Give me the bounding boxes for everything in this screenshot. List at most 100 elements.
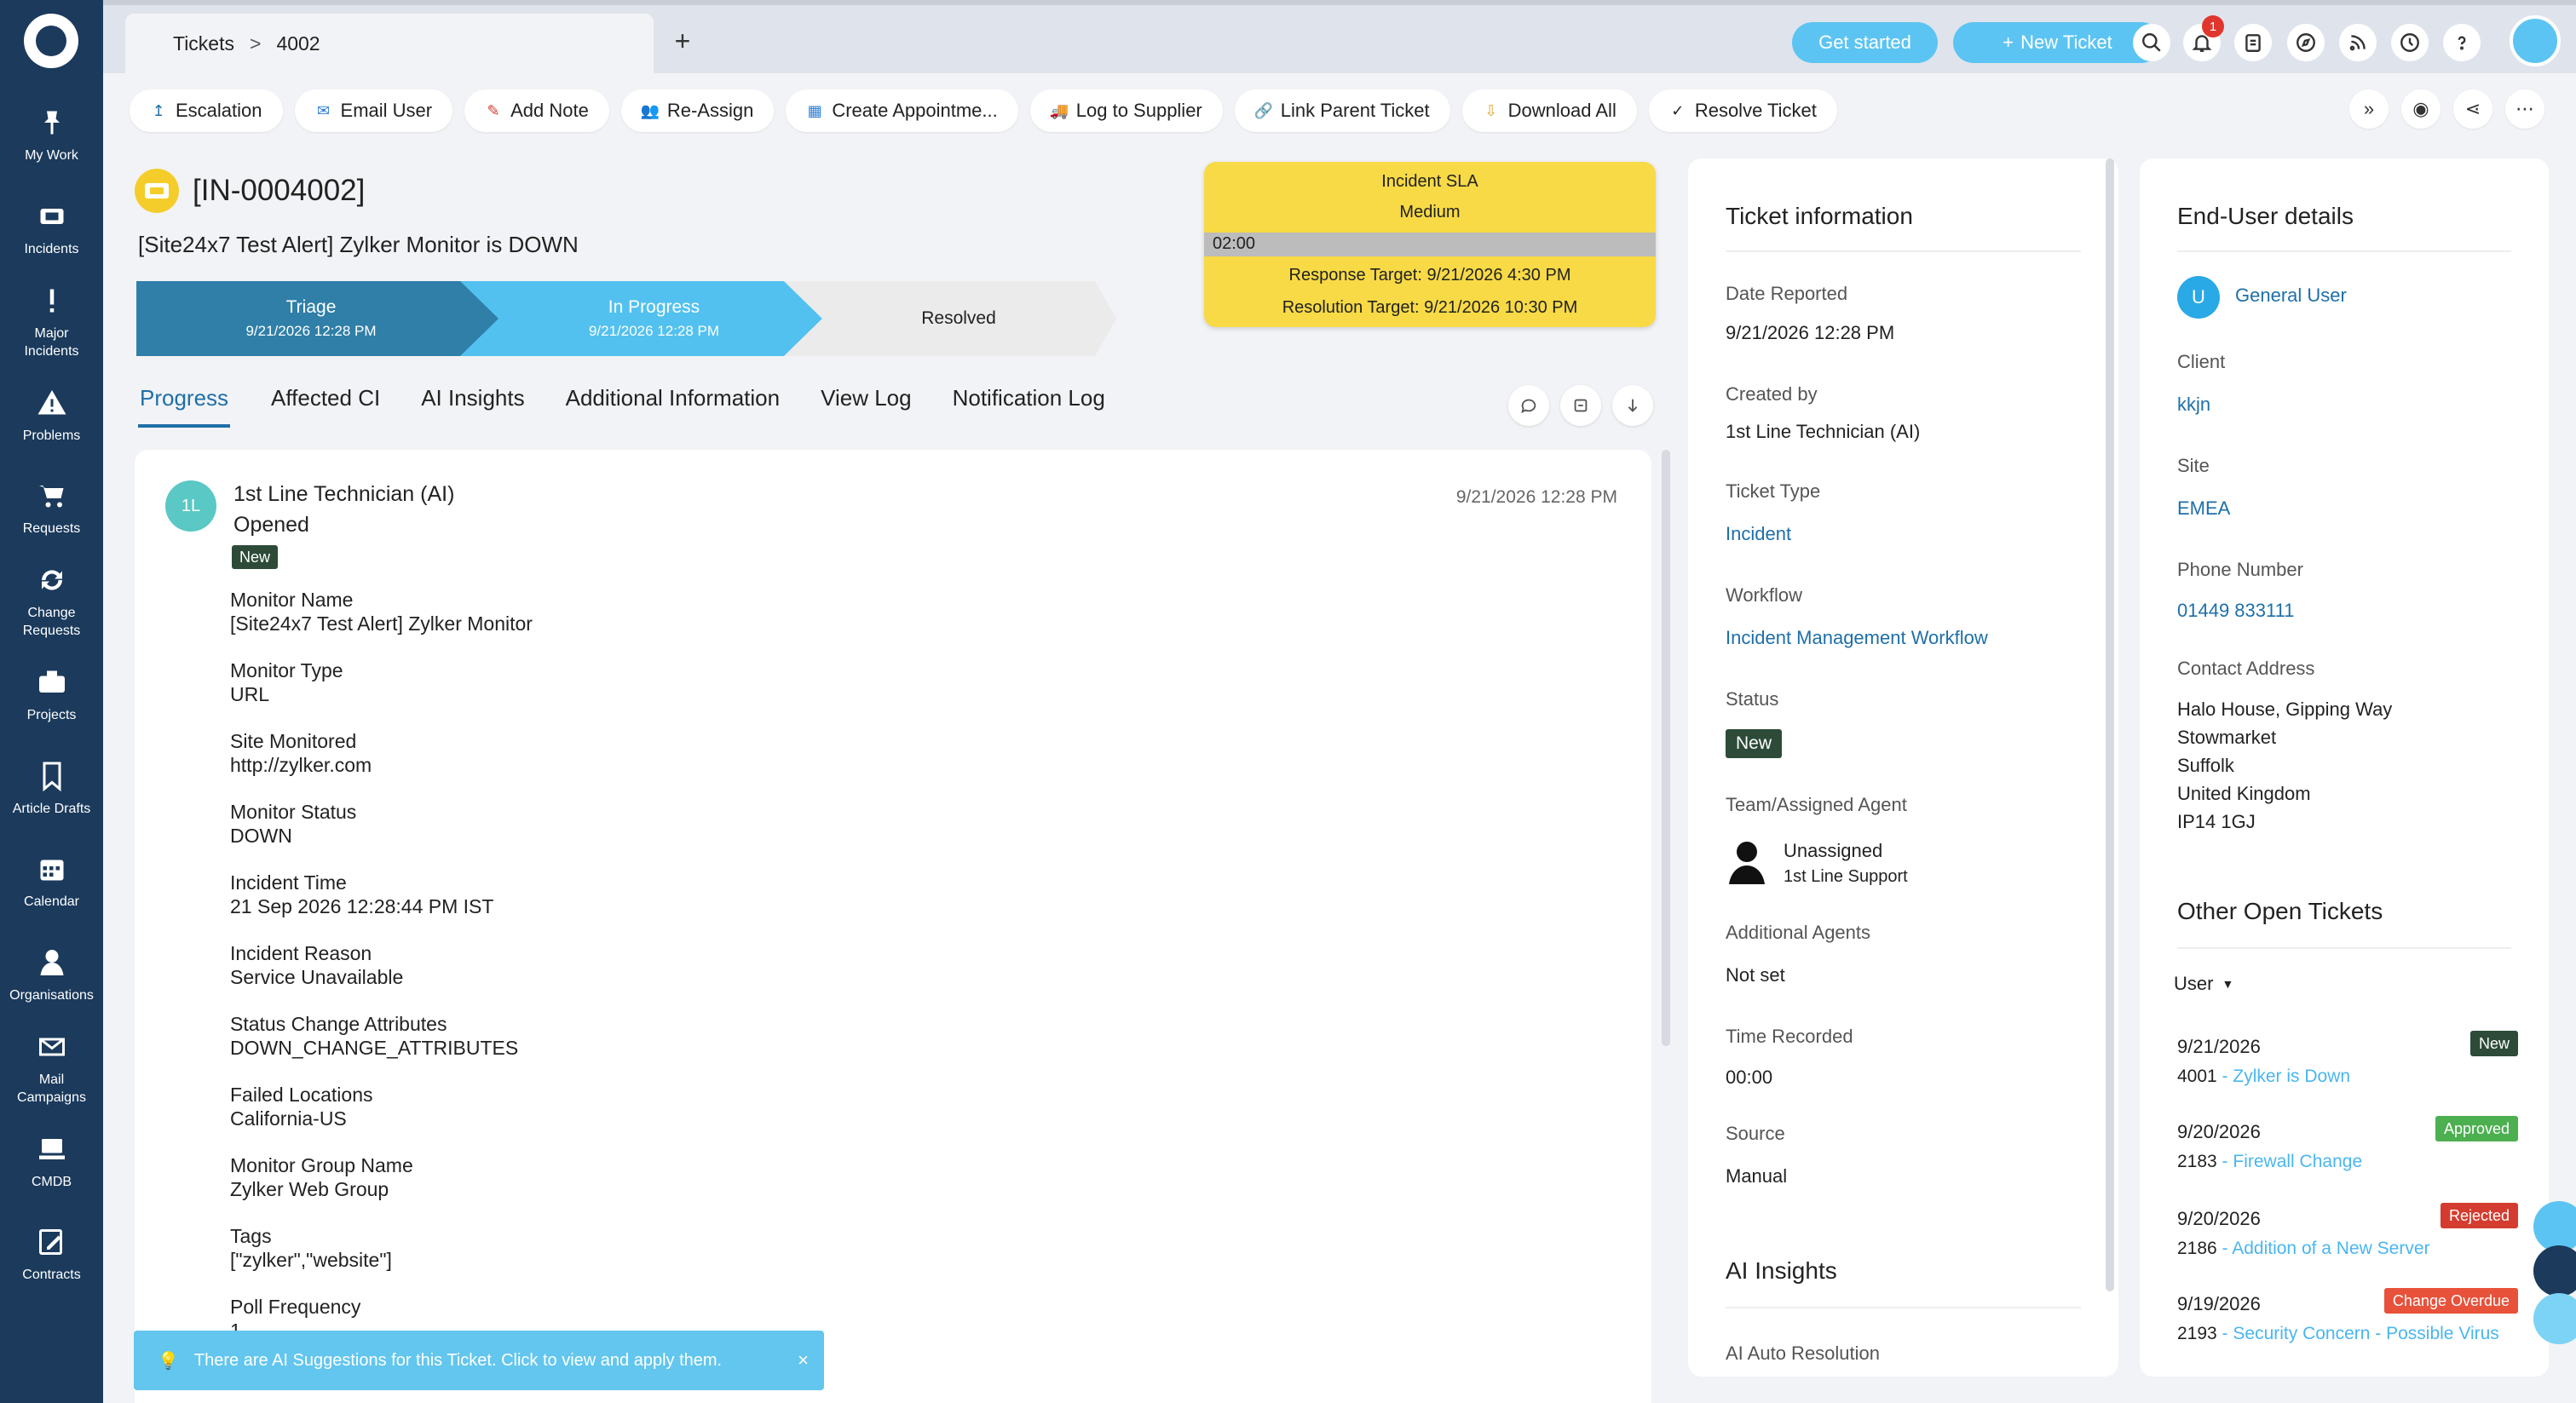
info-scrollbar[interactable] [2106, 158, 2114, 1291]
divider [1726, 1307, 2081, 1308]
sidebar-item-organisations[interactable]: Organisations [0, 929, 103, 1022]
more-icon[interactable]: ⋯ [2505, 89, 2544, 129]
sidebar-item-my-work[interactable]: My Work [0, 89, 103, 182]
other-ticket-title-link[interactable]: - Firewall Change [2217, 1152, 2363, 1171]
sidebar-item-label: Problems [22, 428, 81, 443]
ticket-type-link[interactable]: Incident [1726, 523, 1791, 545]
other-ticket-item[interactable]: 9/20/2026 2186 - Addition of a New Server… [2177, 1203, 2518, 1259]
tab-additional-information[interactable]: Additional Information [566, 385, 780, 428]
other-ticket-item[interactable]: 9/19/2026 2193 - Security Concern - Possi… [2177, 1288, 2518, 1344]
divider [1726, 250, 2081, 252]
app-logo[interactable] [24, 14, 78, 68]
client-link[interactable]: kkjn [2177, 394, 2210, 416]
other-ticket-line: 2186 - Addition of a New Server [2177, 1239, 2518, 1259]
clock-icon[interactable] [2391, 24, 2429, 61]
action-label: Create Appointme... [832, 100, 998, 121]
source-label: Source [1726, 1123, 1785, 1144]
new-ticket-label: New Ticket [2020, 32, 2112, 53]
download-all-button[interactable]: ⇩ Download All [1461, 89, 1637, 132]
tab-notification-log[interactable]: Notification Log [953, 385, 1105, 428]
expand-icon[interactable]: » [2349, 89, 2389, 129]
sidebar-item-contracts[interactable]: Contracts [0, 1208, 103, 1302]
assigned-team[interactable]: 1st Line Support [1784, 867, 1908, 887]
re-assign-button[interactable]: 👥 Re-Assign [620, 89, 775, 132]
bell-icon[interactable]: 1 [2183, 15, 2224, 61]
phone-link[interactable]: 01449 833111 [2177, 600, 2294, 622]
sort-down-icon[interactable] [1612, 385, 1653, 426]
mail-icon: ✉ [316, 101, 331, 119]
other-ticket-status-badge: Change Overdue [2383, 1288, 2518, 1314]
tab-ai-insights[interactable]: AI Insights [421, 385, 524, 428]
share-icon[interactable]: ⋖ [2453, 89, 2492, 129]
collapse-icon[interactable] [1560, 385, 1601, 426]
sidebar-item-change-requests[interactable]: Change Requests [0, 555, 103, 649]
progress-scrollbar[interactable] [1662, 450, 1670, 1046]
ai-suggestions-toast[interactable]: 💡 There are AI Suggestions for this Tick… [134, 1331, 824, 1390]
other-ticket-title-link[interactable]: - Zylker is Down [2217, 1067, 2351, 1086]
sidebar-item-label: CMDB [31, 1174, 72, 1189]
add-tab-button[interactable]: + [666, 24, 700, 58]
notification-count-badge: 1 [2202, 15, 2224, 37]
clipboard-icon[interactable] [2234, 24, 2272, 61]
new-ticket-button[interactable]: + New Ticket [1953, 22, 2162, 63]
log-to-supplier-button[interactable]: 🚚 Log to Supplier [1029, 89, 1223, 132]
ticket-filter-dropdown[interactable]: User ▼ [2174, 973, 2233, 995]
escalation-button[interactable]: ↥ Escalation [130, 89, 283, 132]
tab-affected-ci[interactable]: Affected CI [271, 385, 380, 428]
help-icon[interactable] [2443, 24, 2481, 61]
sidebar-item-problems[interactable]: Problems [0, 369, 103, 463]
sidebar-item-mail-campaigns[interactable]: Mail Campaigns [0, 1021, 103, 1115]
other-ticket-line: 2183 - Firewall Change [2177, 1152, 2518, 1172]
sidebar-item-incidents[interactable]: Incidents [0, 182, 103, 276]
sidebar-item-label: Calendar [24, 894, 79, 910]
create-appointme-button[interactable]: ▦ Create Appointme... [786, 89, 1018, 132]
other-ticket-number: 2193 [2177, 1324, 2217, 1343]
stage-resolved[interactable]: Resolved [818, 281, 1099, 356]
address-line: United Kingdom [2177, 783, 2311, 804]
tab-progress[interactable]: Progress [138, 385, 231, 428]
contact-address: Halo House, Gipping Way Stowmarket Suffolk… [2177, 695, 2392, 836]
other-ticket-line: 4001 - Zylker is Down [2177, 1067, 2518, 1087]
field-key: Poll Frequency [230, 1296, 361, 1318]
field-key: Monitor Group Name [230, 1154, 413, 1176]
search-icon[interactable] [2133, 24, 2170, 61]
close-icon[interactable]: × [798, 1349, 809, 1371]
assigned-agent[interactable]: Unassigned [1784, 840, 1882, 862]
site-link[interactable]: EMEA [2177, 497, 2230, 520]
sidebar-item-major-incidents[interactable]: Major Incidents [0, 275, 103, 369]
workflow-link[interactable]: Incident Management Workflow [1726, 627, 1988, 649]
email-user-button[interactable]: ✉ Email User [294, 89, 453, 132]
workflow-stages: Triage 9/21/2026 12:28 PM In Progress 9/… [136, 281, 1116, 356]
comment-icon[interactable] [1508, 385, 1549, 426]
stage-triage[interactable]: Triage 9/21/2026 12:28 PM [136, 281, 486, 356]
other-ticket-title-link[interactable]: - Security Concern - Possible Virus [2217, 1324, 2499, 1343]
add-note-button[interactable]: ✎ Add Note [464, 89, 609, 132]
breadcrumb-root[interactable]: Tickets [173, 32, 234, 55]
ticket-subject: [Site24x7 Test Alert] Zylker Monitor is … [138, 232, 579, 257]
get-started-button[interactable]: Get started [1792, 22, 1938, 63]
stage-in-progress[interactable]: In Progress 9/21/2026 12:28 PM [494, 281, 814, 356]
compass-icon[interactable] [2287, 24, 2325, 61]
other-ticket-item[interactable]: 9/21/2026 4001 - Zylker is Down New [2177, 1031, 2518, 1087]
sidebar-item-requests[interactable]: Requests [0, 462, 103, 555]
tab-view-log[interactable]: View Log [821, 385, 912, 428]
time-recorded-label: Time Recorded [1726, 1026, 1853, 1047]
sidebar-item-cmdb[interactable]: CMDB [0, 1115, 103, 1209]
entry-action: Opened [233, 513, 309, 537]
eye-icon[interactable]: ◉ [2401, 89, 2441, 129]
end-user-name-link[interactable]: General User [2235, 285, 2347, 307]
status-badge[interactable]: New [1726, 729, 1783, 758]
sidebar-item-article-drafts[interactable]: Article Drafts [0, 742, 103, 836]
field-block: Monitor Group Name Zylker Web Group [230, 1153, 1508, 1201]
rss-icon[interactable] [2339, 24, 2377, 61]
sidebar-item-projects[interactable]: Projects [0, 648, 103, 742]
user-avatar[interactable] [2510, 15, 2561, 66]
other-ticket-item[interactable]: 9/20/2026 2183 - Firewall Change Approved [2177, 1116, 2518, 1172]
sidebar-item-calendar[interactable]: Calendar [0, 835, 103, 929]
link-parent-ticket-button[interactable]: 🔗 Link Parent Ticket [1234, 89, 1450, 132]
resolve-ticket-button[interactable]: ✓ Resolve Ticket [1648, 89, 1837, 132]
other-ticket-title-link[interactable]: - Addition of a New Server [2217, 1239, 2430, 1258]
sidebar-item-label: Incidents [24, 241, 79, 256]
tab-ticket-4002[interactable]: Tickets > 4002 [125, 14, 654, 73]
ticket-type-label: Ticket Type [1726, 480, 1821, 502]
